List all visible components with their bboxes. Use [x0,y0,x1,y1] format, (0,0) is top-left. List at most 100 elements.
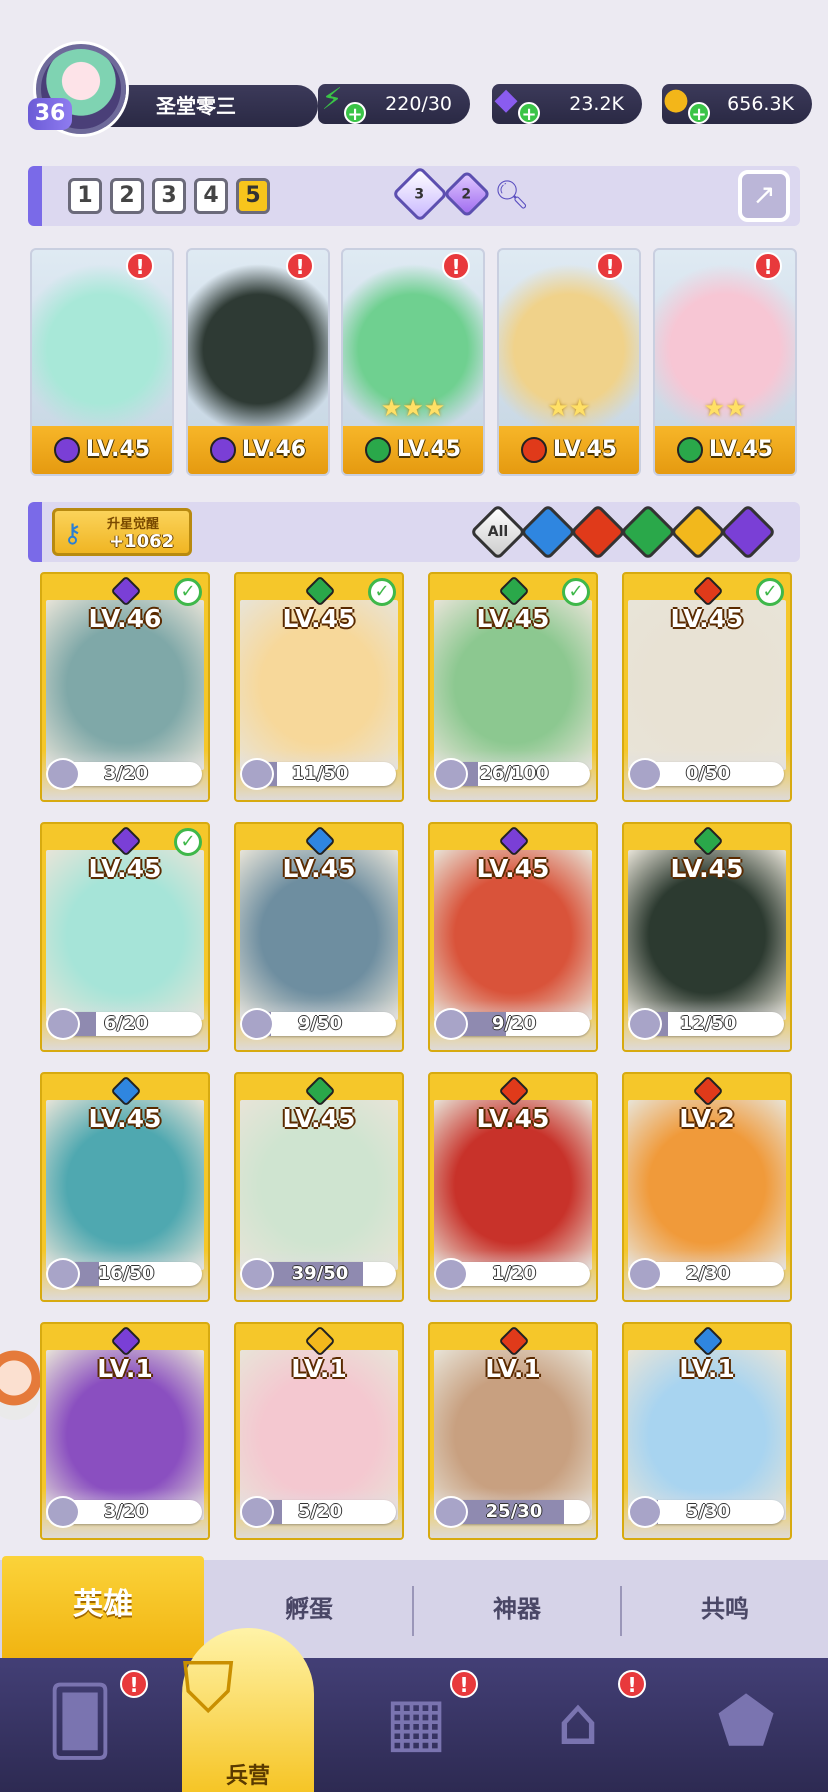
hero-level: LV.45 [282,604,356,633]
team-slot-3[interactable]: 3 [152,178,186,214]
shard-icon [46,1258,80,1290]
search-icon[interactable]: 🔍︎ [494,178,530,211]
team-hero-card[interactable]: ★★★ LV.45 [341,248,485,476]
tab-artifacts[interactable]: 神器 [414,1560,620,1658]
hero-card[interactable]: LV.45 6/20 ✓ [40,822,210,1052]
floating-helper-avatar[interactable] [0,1350,40,1420]
shard-icon [434,1496,468,1528]
nav-guild[interactable]: ⬟ [686,1672,806,1782]
guild-icon: ⬟ [717,1683,775,1760]
hero-card[interactable]: LV.1 25/30 [428,1322,598,1540]
castle-icon: ⌂ [557,1683,599,1760]
team-slot-5[interactable]: 5 [236,178,270,214]
hero-level-bar: LV.45 [32,426,172,474]
gem-token-count: 2 [461,186,472,203]
hero-portrait [32,250,172,430]
hero-card[interactable]: LV.45 11/50 ✓ [234,572,404,802]
hero-level: LV.45 [282,854,356,883]
nav-map[interactable]: ▦ ! [356,1670,478,1782]
hero-card[interactable]: LV.45 12/50 [622,822,792,1052]
filter-label: All [487,524,509,540]
element-filter-icon[interactable] [719,503,777,561]
hero-card[interactable]: LV.45 9/20 [428,822,598,1052]
hero-card[interactable]: LV.45 0/50 ✓ [622,572,792,802]
element-icon [209,437,236,463]
hero-level-bar: LV.46 [188,426,328,474]
alert-badge-icon: ! [450,1670,478,1698]
hero-card[interactable]: LV.45 39/50 [234,1072,404,1302]
hero-card[interactable]: LV.2 2/30 [622,1072,792,1302]
alert-badge-icon: ! [120,1670,148,1698]
nav-cards[interactable]: 🂠 ! [20,1670,148,1782]
nav-castle[interactable]: ⌂ ! [518,1670,646,1782]
team-hero-card[interactable]: LV.45 [30,248,174,476]
checkmark-icon: ✓ [174,578,202,606]
add-coins-button[interactable]: + [688,102,710,125]
nav-barracks[interactable]: ⛉ 兵营 [182,1628,314,1792]
hero-level: LV.45 [670,854,744,883]
team-slot-1[interactable]: 1 [68,178,102,214]
hero-level: LV.45 [552,437,618,462]
energy-value: 220/30 [385,93,452,115]
add-energy-button[interactable]: + [344,102,366,125]
hero-card[interactable]: LV.45 9/50 [234,822,404,1052]
gem-token-icon[interactable]: 3 [391,165,449,223]
hero-level: LV.46 [88,604,162,633]
shard-icon [628,1008,662,1040]
hero-level: LV.2 [679,1104,735,1133]
element-filter-icon[interactable] [619,503,677,561]
hero-card[interactable]: LV.1 5/30 [622,1322,792,1540]
element-filter-icon[interactable] [569,503,627,561]
nav-barracks-label: 兵营 [225,1764,270,1789]
team-slot-2[interactable]: 2 [110,178,144,214]
alert-badge-icon: ! [126,252,154,280]
map-icon: ▦ [384,1683,448,1760]
hero-card[interactable]: LV.45 16/50 [40,1072,210,1302]
hero-card[interactable]: LV.45 1/20 [428,1072,598,1302]
hero-level: LV.45 [476,604,550,633]
team-hero-card[interactable]: LV.46 [186,248,330,476]
coin-value: 656.3K [727,93,794,115]
energy-counter[interactable]: ⚡ + 220/30 [318,82,470,125]
key-icon: ⚷ [63,519,83,549]
filter-all-button[interactable]: All [469,503,527,561]
gem-counter[interactable]: ◆ + 23.2K [492,82,642,125]
gem-token-icon[interactable]: 2 [442,169,492,219]
shard-icon [628,1258,662,1290]
hero-card[interactable]: LV.45 26/100 ✓ [428,572,598,802]
hero-level-bar: LV.45 [655,426,795,474]
hero-level: LV.1 [485,1354,541,1383]
element-filter-icon[interactable] [519,503,577,561]
tab-resonance[interactable]: 共鸣 [622,1560,828,1658]
checkmark-icon: ✓ [562,578,590,606]
shard-icon [240,1258,274,1290]
hero-level: LV.45 [88,854,162,883]
team-hero-card[interactable]: ★★ LV.45 [497,248,641,476]
team-slot-4[interactable]: 4 [194,178,228,214]
alert-badge-icon: ! [286,252,314,280]
element-icon [520,437,547,463]
player-profile[interactable]: 圣堂零三 36 [28,40,318,136]
barracks-icon: ⛉ [182,1647,235,1729]
share-icon[interactable]: ↗ [738,170,790,222]
shard-icon [46,758,80,790]
player-name: 圣堂零三 [98,85,318,127]
shard-icon [240,1008,274,1040]
element-filter-icon[interactable] [669,503,727,561]
hero-level: LV.1 [291,1354,347,1383]
hero-card[interactable]: LV.1 3/20 [40,1322,210,1540]
team-hero-card[interactable]: ★★ LV.45 [653,248,797,476]
hero-level: LV.1 [97,1354,153,1383]
hero-card[interactable]: LV.46 3/20 ✓ [40,572,210,802]
star-awaken-button[interactable]: ⚷ 升星觉醒 +1062 [52,508,192,556]
tab-heroes[interactable]: 英雄 [2,1556,204,1658]
hero-card[interactable]: LV.1 5/20 [234,1322,404,1540]
awaken-label: 升星觉醒 [107,517,160,532]
alert-badge-icon: ! [596,252,624,280]
hero-level: LV.45 [85,437,151,462]
alert-badge-icon: ! [754,252,782,280]
gem-value: 23.2K [569,93,624,115]
add-gems-button[interactable]: + [518,102,540,125]
shard-icon [434,1008,468,1040]
coin-counter[interactable]: ● + 656.3K [662,82,812,125]
